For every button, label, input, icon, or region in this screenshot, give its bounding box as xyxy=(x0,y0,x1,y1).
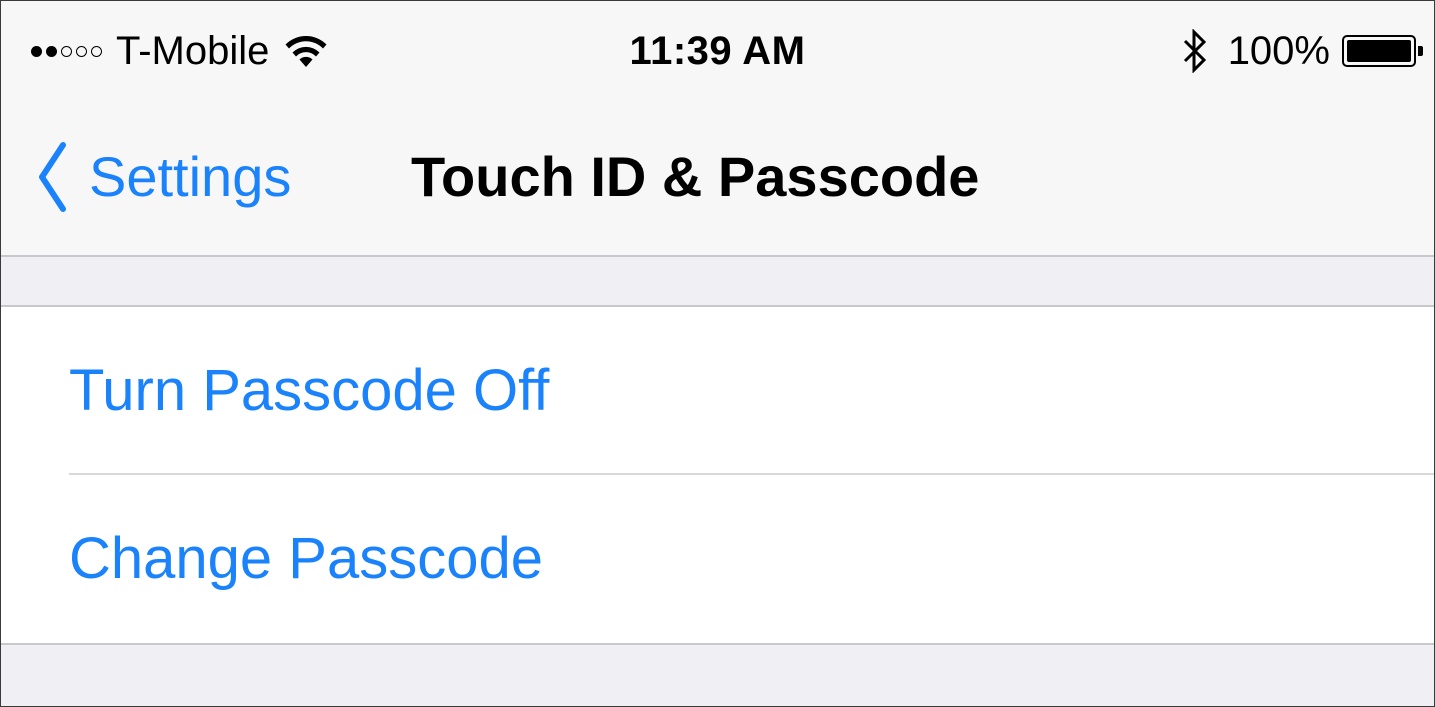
turn-passcode-off-label: Turn Passcode Off xyxy=(69,358,550,423)
battery-fill xyxy=(1347,40,1411,62)
change-passcode-label: Change Passcode xyxy=(69,526,543,591)
navigation-bar: Settings Touch ID & Passcode xyxy=(1,101,1434,257)
status-right: 100% xyxy=(1182,27,1423,75)
back-button[interactable]: Settings xyxy=(37,137,291,217)
grouped-background xyxy=(1,645,1434,706)
battery-icon xyxy=(1342,35,1423,67)
page-title: Touch ID & Passcode xyxy=(411,145,980,208)
bluetooth-icon xyxy=(1183,29,1206,73)
back-button-label: Settings xyxy=(89,145,292,208)
passcode-options-group: Turn Passcode Off Change Passcode xyxy=(1,307,1434,645)
status-bar: T-Mobile 11:39 AM 100% xyxy=(1,1,1434,101)
phone-screen: T-Mobile 11:39 AM 100% Settings Touch ID… xyxy=(0,0,1435,707)
battery-tip xyxy=(1418,46,1423,56)
turn-passcode-off-row[interactable]: Turn Passcode Off xyxy=(1,307,1434,475)
section-spacer xyxy=(1,257,1434,307)
change-passcode-row[interactable]: Change Passcode xyxy=(1,475,1434,643)
chevron-left-icon xyxy=(39,142,66,212)
battery-percentage: 100% xyxy=(1227,29,1330,73)
